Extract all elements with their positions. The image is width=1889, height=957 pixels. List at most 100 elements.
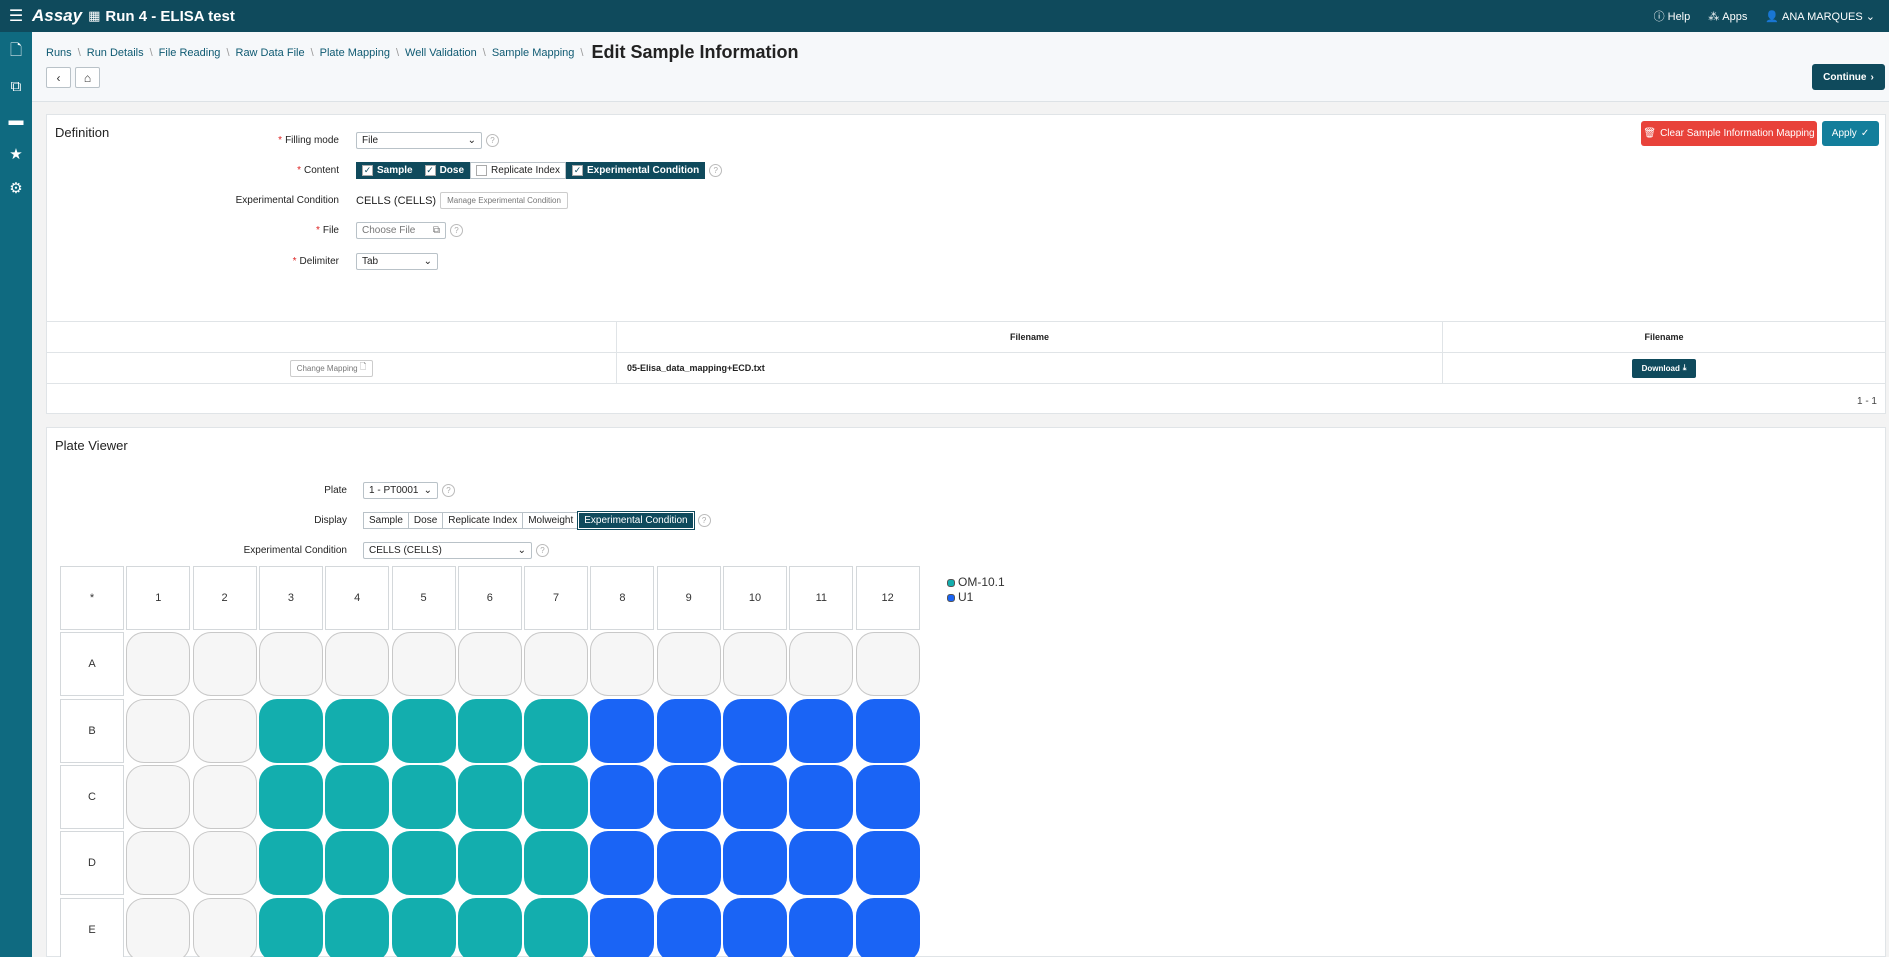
plate-well[interactable] [126, 764, 191, 829]
plate-well[interactable] [723, 831, 787, 896]
plate-well[interactable] [457, 698, 522, 763]
plate-well[interactable] [855, 897, 920, 957]
apply-button[interactable]: Apply ✓ [1822, 121, 1879, 146]
plate-well[interactable] [126, 897, 191, 957]
plate-well[interactable] [192, 698, 257, 763]
breadcrumb-file-reading[interactable]: File Reading [159, 47, 221, 59]
display-molweight-option[interactable]: Molweight [522, 512, 580, 529]
plate-well[interactable] [789, 764, 854, 829]
breadcrumb-well-validation[interactable]: Well Validation [405, 47, 477, 59]
brand-logo[interactable]: Assay [32, 6, 82, 26]
plate-well[interactable] [325, 764, 390, 829]
change-mapping-button[interactable]: Change Mapping 🗋 [289, 359, 374, 377]
plate-well[interactable] [789, 698, 854, 763]
plate-well[interactable] [126, 698, 191, 763]
plate-well[interactable] [656, 632, 721, 697]
plate-well[interactable] [590, 831, 655, 896]
star-icon[interactable]: ★ [0, 144, 32, 164]
plate-well[interactable] [457, 897, 522, 957]
plate-well[interactable] [325, 632, 390, 697]
plate-well[interactable] [524, 897, 589, 957]
plate-well[interactable] [457, 632, 522, 697]
plate-well[interactable] [855, 764, 920, 829]
plate-well[interactable] [391, 831, 456, 896]
breadcrumb-plate-mapping[interactable]: Plate Mapping [320, 47, 390, 59]
plate-well[interactable] [656, 764, 721, 829]
plate-well[interactable] [524, 632, 589, 697]
plate-well[interactable] [723, 698, 787, 763]
help-icon[interactable]: ? [486, 134, 499, 147]
breadcrumb-run-details[interactable]: Run Details [87, 47, 144, 59]
content-sample-checkbox[interactable]: ✓ Sample [356, 162, 419, 179]
filling-mode-select[interactable]: File ⌄ [356, 132, 482, 149]
continue-button[interactable]: Continue › [1812, 64, 1885, 90]
plate-well[interactable] [258, 897, 323, 957]
plate-well[interactable] [590, 897, 655, 957]
plate-well[interactable] [855, 831, 920, 896]
plate-well[interactable] [258, 632, 323, 697]
apps-link[interactable]: ⁂ Apps [1708, 10, 1747, 23]
plate-experimental-condition-select[interactable]: CELLS (CELLS) ⌄ [363, 542, 532, 559]
plate-well[interactable] [524, 764, 589, 829]
plate-well[interactable] [590, 764, 655, 829]
plate-well[interactable] [325, 831, 390, 896]
folder-icon[interactable]: ▬ [0, 110, 32, 130]
plate-well[interactable] [656, 831, 721, 896]
plate-well[interactable] [723, 632, 787, 697]
display-dose-option[interactable]: Dose [407, 512, 444, 529]
manage-experimental-condition-button[interactable]: Manage Experimental Condition [440, 192, 568, 209]
plate-well[interactable] [524, 698, 589, 763]
plate-well[interactable] [192, 632, 257, 697]
plate-well[interactable] [126, 632, 191, 697]
plate-well[interactable] [590, 632, 655, 697]
breadcrumb-sample-mapping[interactable]: Sample Mapping [492, 47, 575, 59]
help-icon[interactable]: ? [536, 544, 549, 557]
plate-well[interactable] [723, 764, 787, 829]
plate-well[interactable] [457, 764, 522, 829]
plate-well[interactable] [391, 764, 456, 829]
plate-well[interactable] [789, 632, 854, 697]
content-experimental-condition-checkbox[interactable]: ✓ Experimental Condition [565, 162, 706, 179]
plate-well[interactable] [656, 698, 721, 763]
plate-well[interactable] [656, 897, 721, 957]
plate-well[interactable] [258, 698, 323, 763]
plate-well[interactable] [126, 831, 191, 896]
plate-well[interactable] [258, 764, 323, 829]
plate-select[interactable]: 1 - PT0001 ⌄ [363, 482, 438, 499]
assays-icon[interactable]: ⧉ [0, 76, 32, 96]
display-experimental-condition-option[interactable]: Experimental Condition [577, 511, 695, 530]
plate-well[interactable] [391, 897, 456, 957]
plate-well[interactable] [192, 831, 257, 896]
content-dose-checkbox[interactable]: ✓ Dose [418, 162, 471, 179]
display-replicate-index-option[interactable]: Replicate Index [442, 512, 524, 529]
help-icon[interactable]: ? [442, 484, 455, 497]
user-menu[interactable]: 👤 ANA MARQUES ⌄ [1765, 10, 1875, 23]
document-icon[interactable]: 🗋 [0, 42, 32, 62]
plate-well[interactable] [524, 831, 589, 896]
plate-well[interactable] [789, 897, 854, 957]
back-button[interactable]: ‹ [46, 67, 71, 88]
plate-well[interactable] [457, 831, 522, 896]
plate-well[interactable] [590, 698, 655, 763]
breadcrumb-runs[interactable]: Runs [46, 47, 72, 59]
help-icon[interactable]: ? [450, 224, 463, 237]
plate-well[interactable] [192, 764, 257, 829]
file-input[interactable]: Choose File ⧉ [356, 222, 446, 239]
plate-well[interactable] [325, 698, 390, 763]
plate-well[interactable] [789, 831, 854, 896]
breadcrumb-raw-data-file[interactable]: Raw Data File [236, 47, 305, 59]
content-replicate-index-checkbox[interactable]: Replicate Index [470, 162, 566, 179]
settings-gear-icon[interactable]: ⚙ [0, 178, 32, 198]
plate-well[interactable] [723, 897, 787, 957]
display-sample-option[interactable]: Sample [363, 512, 409, 529]
plate-well[interactable] [258, 831, 323, 896]
clear-mapping-button[interactable]: 🗑 Clear Sample Information Mapping [1641, 121, 1817, 146]
plate-well[interactable] [855, 632, 920, 697]
plate-well[interactable] [325, 897, 390, 957]
home-button[interactable]: ⌂ [75, 67, 100, 88]
delimiter-select[interactable]: Tab ⌄ [356, 253, 438, 270]
download-button[interactable]: Download ⤓ [1632, 358, 1696, 378]
plate-well[interactable] [855, 698, 920, 763]
plate-well[interactable] [192, 897, 257, 957]
plate-well[interactable] [391, 632, 456, 697]
